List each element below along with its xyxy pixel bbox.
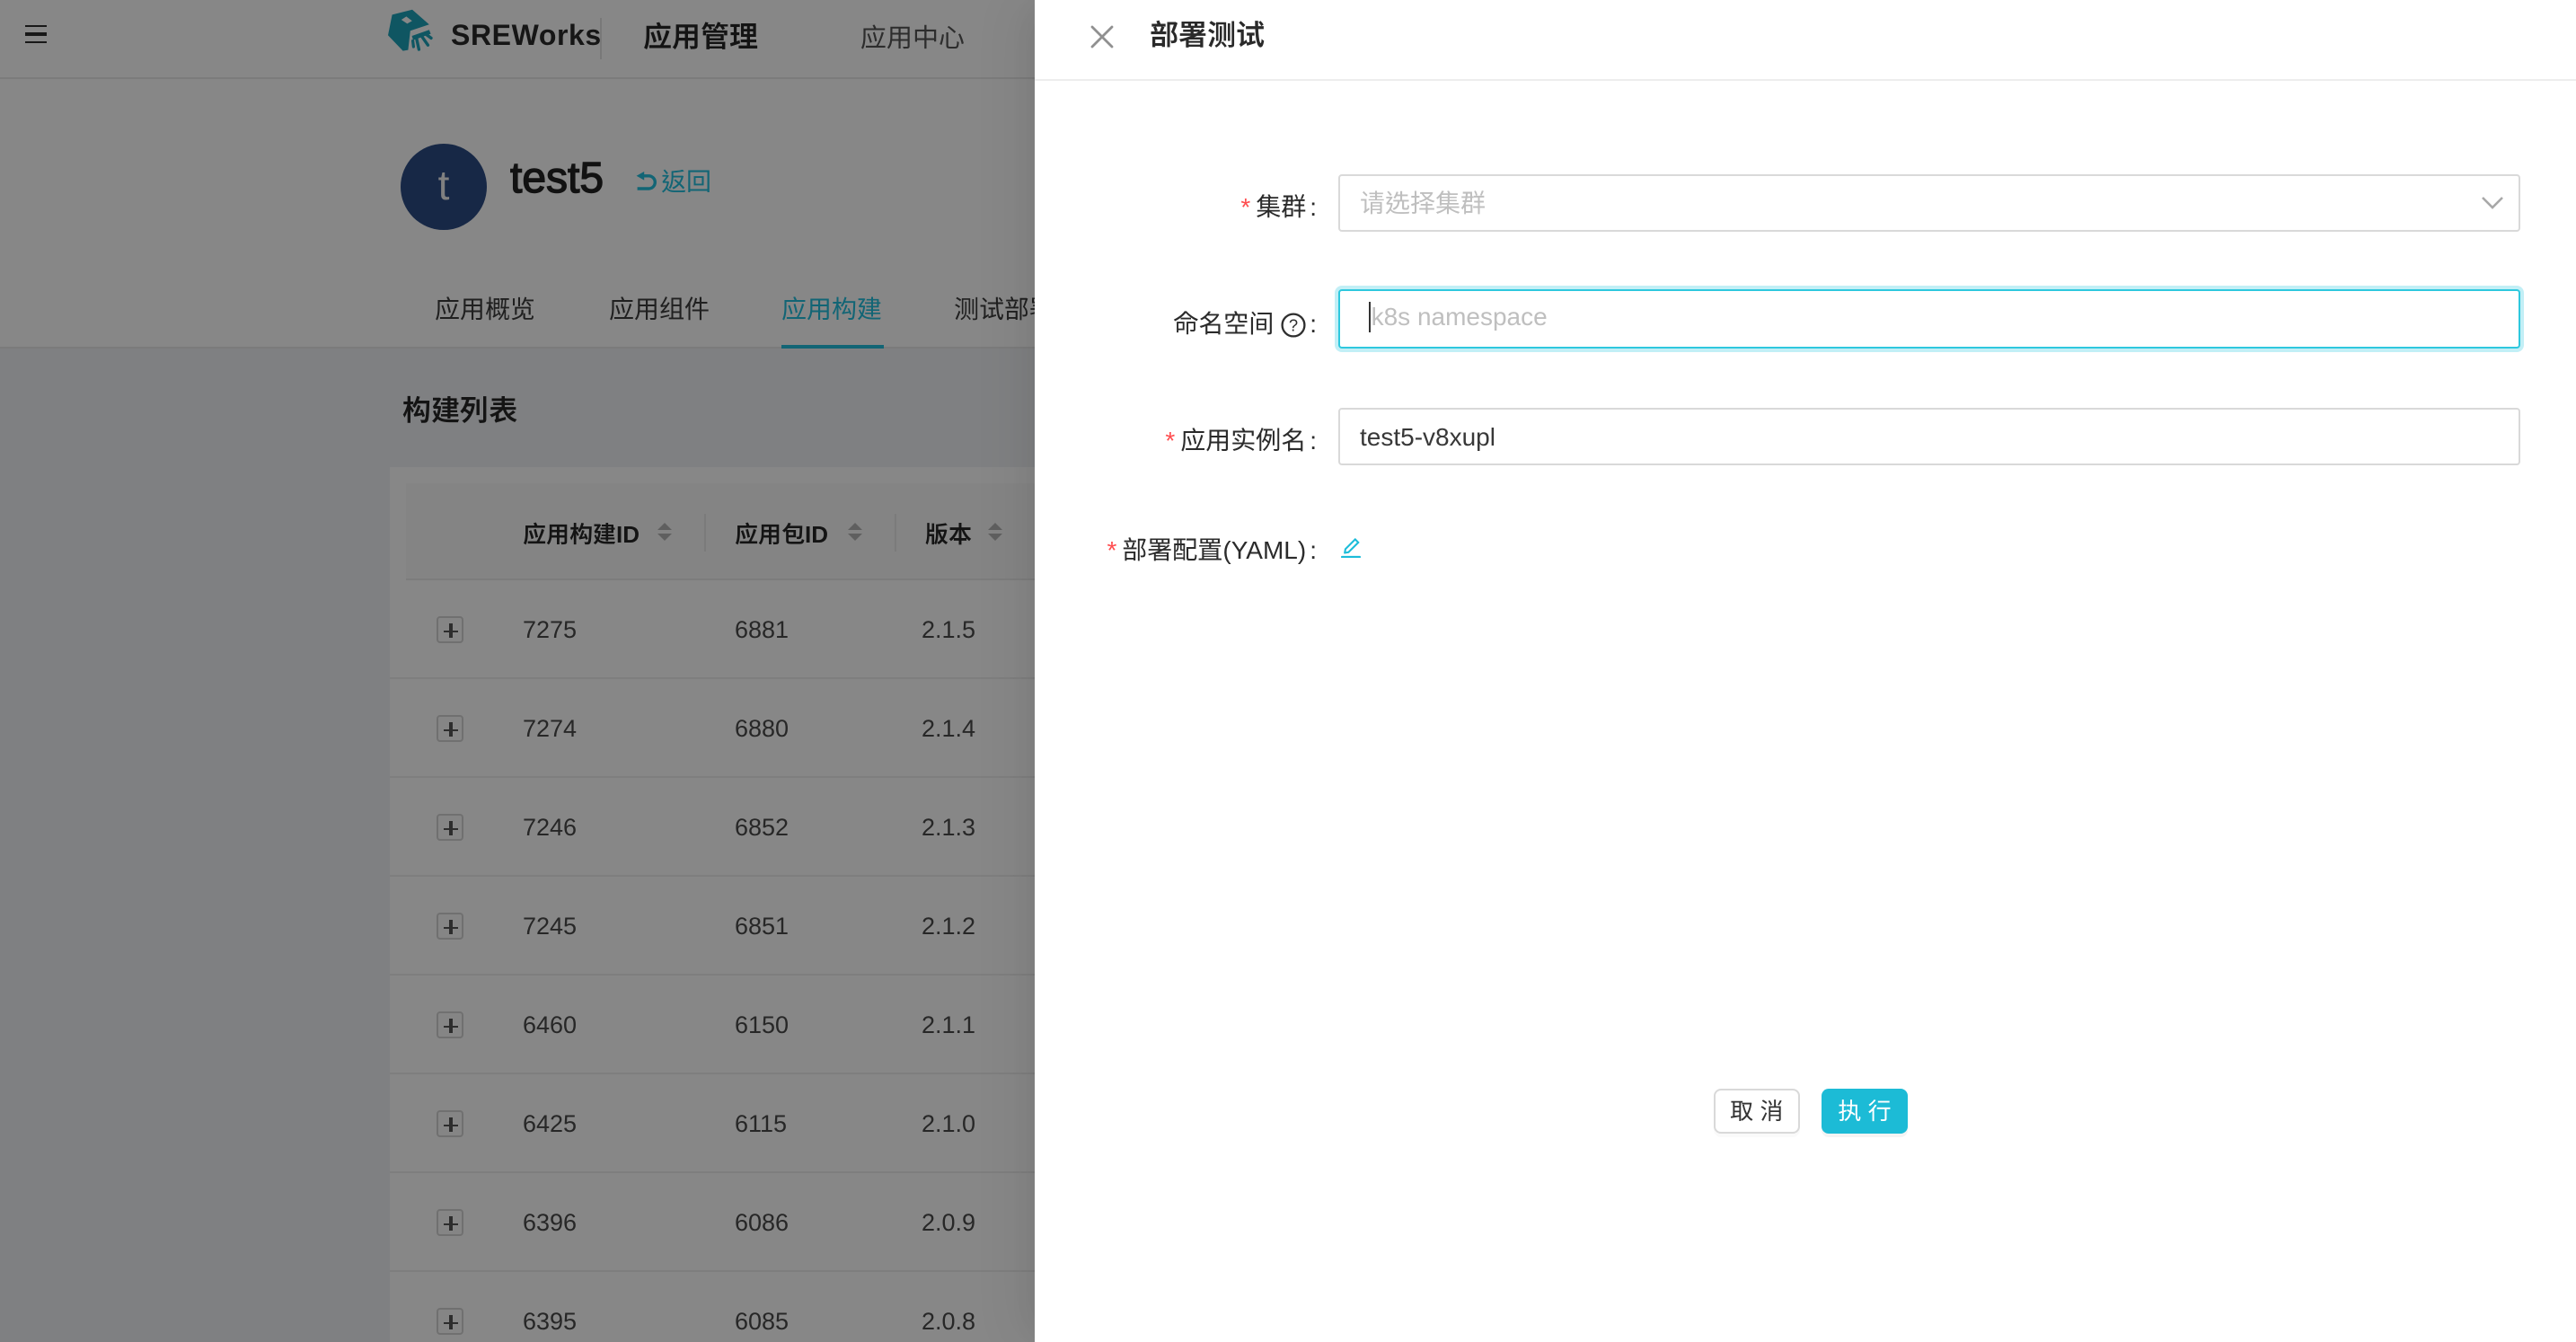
- svg-text:?: ?: [1289, 315, 1298, 334]
